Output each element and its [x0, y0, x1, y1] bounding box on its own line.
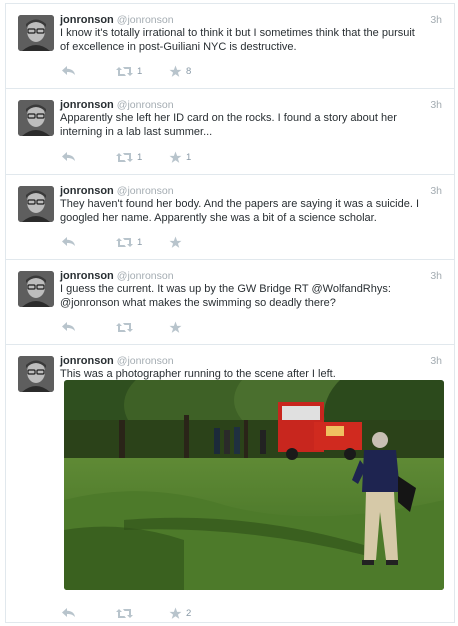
favorite-count: 2 — [186, 607, 192, 619]
reply-icon — [62, 608, 75, 617]
timeline: jonronson @jonronson 3h I know it's total… — [5, 3, 455, 623]
user-name[interactable]: jonronson — [60, 185, 114, 197]
reply-icon — [62, 322, 75, 331]
tweet-text-line: googled her name. Apparently she was a b… — [60, 212, 377, 224]
user-handle[interactable]: @jonronson — [117, 355, 174, 367]
retweet-icon — [116, 66, 133, 76]
retweet-icon — [116, 152, 133, 162]
tweet[interactable]: jonronson @jonronson 3h This was a photog… — [6, 345, 454, 622]
user-handle[interactable]: @jonronson — [117, 14, 174, 26]
favorite-button[interactable]: 8 — [169, 63, 191, 79]
retweet-button[interactable]: 1 — [116, 149, 142, 165]
avatar[interactable] — [18, 186, 54, 222]
reply-icon — [62, 152, 75, 161]
retweet-button[interactable] — [116, 605, 137, 621]
tweet[interactable]: jonronson @jonronson 3h I know it's total… — [6, 4, 454, 89]
tweet-text-line: of excellence in post-Guiliani NYC is de… — [60, 41, 297, 53]
tweet-text-line: @jonronson what makes the swimming so de… — [60, 297, 336, 309]
retweet-button[interactable]: 1 — [116, 63, 142, 79]
retweet-count: 1 — [137, 65, 143, 77]
avatar[interactable] — [18, 271, 54, 307]
tweet[interactable]: jonronson @jonronson 3h I guess the curre… — [6, 260, 454, 345]
retweet-icon — [116, 608, 133, 618]
user-handle[interactable]: @jonronson — [117, 270, 174, 282]
user-name[interactable]: jonronson — [60, 14, 114, 26]
reply-icon — [62, 237, 75, 246]
star-icon — [169, 236, 182, 248]
favorite-button[interactable] — [169, 319, 186, 335]
user-name[interactable]: jonronson — [60, 355, 114, 367]
tweet-text-line: I guess the current. It was up by the GW… — [60, 283, 391, 295]
tweet-text-line: They haven't found her body. And the pap… — [60, 198, 420, 210]
retweet-icon — [116, 237, 133, 247]
tweet-photo[interactable] — [64, 380, 444, 590]
reply-icon — [62, 66, 75, 75]
tweet-text: They haven't found her body. And the pap… — [60, 197, 442, 225]
reply-button[interactable] — [62, 63, 76, 79]
tweet-text: I guess the current. It was up by the GW… — [60, 282, 442, 310]
retweet-count: 1 — [137, 236, 143, 248]
retweet-count: 1 — [137, 151, 143, 163]
avatar[interactable] — [18, 100, 54, 136]
tweet[interactable]: jonronson @jonronson 3h Apparently she le… — [6, 89, 454, 175]
tweet[interactable]: jonronson @jonronson 3h They haven't foun… — [6, 175, 454, 260]
favorite-count: 8 — [186, 65, 192, 77]
user-name[interactable]: jonronson — [60, 270, 114, 282]
reply-button[interactable] — [62, 149, 76, 165]
star-icon — [169, 607, 182, 619]
favorite-button[interactable]: 1 — [169, 149, 191, 165]
retweet-button[interactable] — [116, 319, 137, 335]
star-icon — [169, 151, 182, 163]
tweet-text: This was a photographer running to the s… — [60, 367, 442, 381]
star-icon — [169, 65, 182, 77]
user-handle[interactable]: @jonronson — [117, 99, 174, 111]
retweet-button[interactable]: 1 — [116, 234, 142, 250]
star-icon — [169, 321, 182, 333]
retweet-icon — [116, 322, 133, 332]
tweet-text-line: This was a photographer running to the s… — [60, 368, 336, 380]
user-handle[interactable]: @jonronson — [117, 185, 174, 197]
tweet-text-line: Apparently she left her ID card on the r… — [60, 112, 397, 124]
avatar[interactable] — [18, 15, 54, 51]
favorite-button[interactable] — [169, 234, 186, 250]
tweet-text: I know it's totally irrational to think … — [60, 26, 442, 54]
user-name[interactable]: jonronson — [60, 99, 114, 111]
reply-button[interactable] — [62, 234, 76, 250]
avatar[interactable] — [18, 356, 54, 392]
favorite-button[interactable]: 2 — [169, 605, 191, 621]
reply-button[interactable] — [62, 605, 76, 621]
reply-button[interactable] — [62, 319, 76, 335]
tweet-text-line: interning in a lab last summer... — [60, 126, 213, 138]
favorite-count: 1 — [186, 151, 192, 163]
tweet-text-line: I know it's totally irrational to think … — [60, 27, 415, 39]
tweet-text: Apparently she left her ID card on the r… — [60, 111, 442, 139]
